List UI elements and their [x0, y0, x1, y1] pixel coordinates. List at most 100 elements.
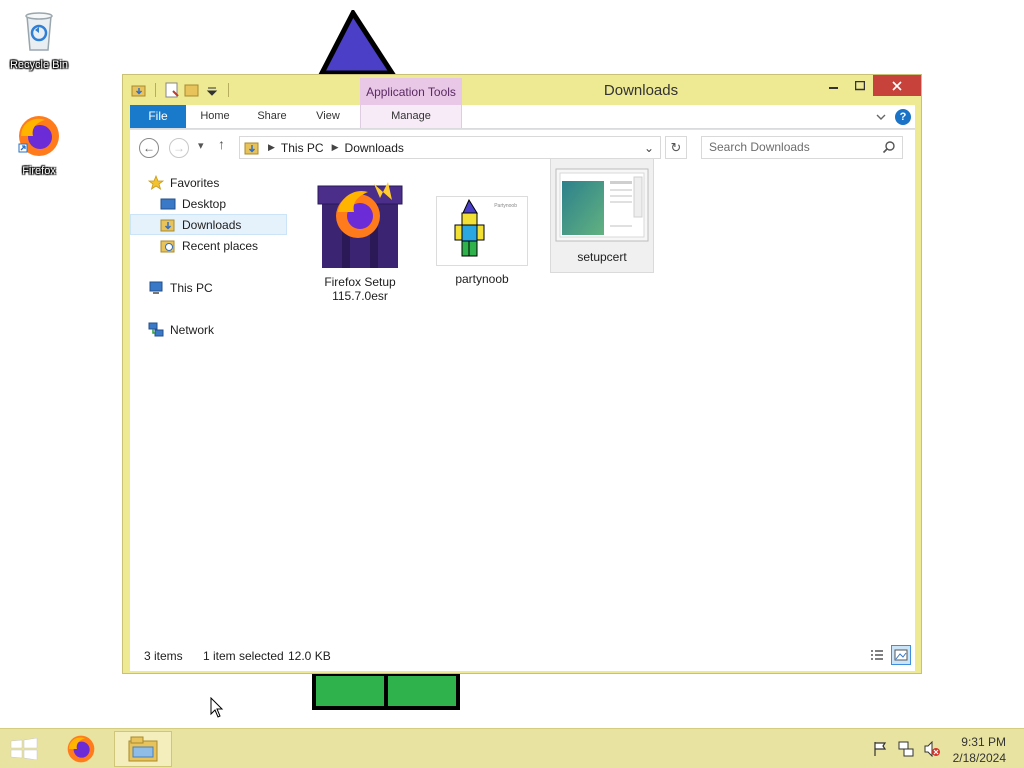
desktop-icon-firefox[interactable]: Firefox [3, 112, 75, 177]
wallpaper-legs-drawing [312, 672, 460, 710]
ribbon-right-controls: ? [875, 109, 911, 125]
address-row: ← → ▾ ↑ ▶ This PC ▶ Downloads ⌄ ↻ Search… [130, 130, 915, 164]
breadcrumb-downloads[interactable]: Downloads [345, 141, 404, 155]
wallpaper-hat-drawing [318, 10, 396, 76]
star-icon [148, 174, 164, 190]
recent-locations-button[interactable]: ▾ [198, 139, 204, 152]
refresh-button[interactable]: ↻ [665, 136, 687, 159]
minimize-icon [829, 86, 838, 89]
explorer-window: Application Tools Downloads File Home Sh… [122, 74, 922, 674]
arrow-right-icon: → [173, 141, 185, 155]
breadcrumb-separator-icon: ▶ [268, 142, 275, 152]
downloads-folder-icon [244, 142, 259, 154]
firefox-icon [67, 735, 95, 763]
windows-start-icon[interactable] [10, 738, 38, 760]
arrow-up-icon: ↑ [218, 136, 225, 152]
breadcrumb-separator-icon: ▶ [331, 142, 339, 152]
arrow-left-icon: ← [143, 141, 155, 155]
caption-buttons [821, 75, 921, 96]
nav-this-pc-label: This PC [170, 280, 213, 295]
chevron-down-icon: ▾ [198, 140, 204, 152]
nav-downloads-label: Downloads [182, 217, 242, 232]
partynoob-figure-icon [454, 199, 485, 257]
tab-view[interactable]: View [306, 105, 350, 128]
ribbon-tabs: File Home Share View Manage ? [130, 105, 915, 129]
window-title: Downloads [603, 82, 679, 99]
firefox-icon [18, 116, 59, 156]
action-center-flag-icon[interactable] [872, 741, 888, 757]
nav-network-label: Network [170, 322, 215, 337]
file-name: setupcert [577, 250, 627, 264]
title-bar[interactable]: Application Tools Downloads [123, 75, 921, 105]
expand-ribbon-icon[interactable] [875, 111, 887, 123]
network-status-icon[interactable] [898, 741, 914, 757]
image-thumbnail: Partynoob [436, 196, 528, 266]
file-item-partynoob[interactable]: Partynoob partynoob [430, 174, 534, 286]
taskbar-firefox[interactable] [52, 731, 110, 767]
tab-file[interactable]: File [130, 105, 186, 128]
back-button[interactable]: ← [139, 138, 159, 158]
downloads-folder-icon [160, 219, 175, 231]
document-thumbnail-icon [555, 168, 649, 242]
breadcrumb-this-pc[interactable]: This PC [281, 141, 324, 155]
large-icons-view-button[interactable] [891, 645, 911, 665]
details-view-button[interactable] [867, 645, 887, 665]
help-button[interactable]: ? [895, 109, 911, 125]
maximize-icon [855, 80, 865, 90]
firefox-installer-icon [317, 182, 403, 268]
nav-downloads[interactable]: Downloads [130, 214, 287, 235]
system-tray [872, 741, 940, 757]
close-icon [892, 80, 902, 91]
tab-home[interactable]: Home [190, 105, 240, 128]
address-bar[interactable]: ▶ This PC ▶ Downloads ⌄ [239, 136, 661, 159]
nav-favorites[interactable]: Favorites [130, 172, 287, 193]
status-size: 12.0 KB [288, 649, 331, 663]
refresh-icon: ↻ [670, 139, 682, 155]
tab-share[interactable]: Share [248, 105, 296, 128]
nav-network[interactable]: Network [130, 319, 287, 340]
clock-date: 2/18/2024 [952, 751, 1006, 765]
recycle-bin-icon [25, 12, 53, 51]
desktop-icon [160, 198, 176, 209]
forward-button[interactable]: → [169, 138, 189, 158]
taskbar: 9:31 PM 2/18/2024 [0, 728, 1024, 768]
status-selection: 1 item selected [203, 649, 284, 663]
navigation-pane: Favorites Desktop Downloads Recent place… [130, 164, 290, 639]
file-item-setupcert[interactable]: setupcert [550, 158, 654, 273]
network-icon [148, 322, 164, 336]
volume-muted-icon[interactable] [924, 741, 940, 757]
nav-recent-places-label: Recent places [182, 238, 259, 253]
nav-recent-places[interactable]: Recent places [130, 235, 287, 256]
file-name: partynoob [455, 272, 509, 286]
recent-places-icon [160, 240, 175, 252]
desktop-icon-recycle-bin[interactable]: Recycle Bin [3, 6, 75, 71]
file-list: Firefox Setup 115.7.0esr Partynoob party… [290, 158, 915, 639]
nav-this-pc[interactable]: This PC [130, 277, 287, 298]
status-bar: 3 items 1 item selected 12.0 KB [130, 639, 915, 671]
minimize-button[interactable] [821, 75, 847, 96]
thumbnail-caption: Partynoob [494, 203, 517, 209]
maximize-button[interactable] [847, 75, 873, 96]
clock[interactable]: 9:31 PM 2/18/2024 [953, 734, 1006, 766]
mouse-cursor-icon [210, 697, 224, 718]
clock-time: 9:31 PM [961, 735, 1006, 749]
close-button[interactable] [873, 75, 921, 96]
nav-favorites-label: Favorites [170, 175, 220, 190]
status-item-count: 3 items [144, 649, 183, 663]
file-item-firefox-setup[interactable]: Firefox Setup 115.7.0esr [308, 174, 412, 303]
search-placeholder: Search Downloads [709, 140, 810, 154]
desktop-icon-label: Recycle Bin [9, 59, 69, 71]
file-explorer-icon [128, 736, 158, 762]
tab-manage[interactable]: Manage [360, 105, 462, 128]
file-name-line2: 115.7.0esr [332, 289, 388, 303]
details-view-icon [871, 650, 883, 660]
address-dropdown-icon[interactable]: ⌄ [644, 141, 654, 155]
desktop-icon-label: Firefox [22, 165, 56, 177]
view-buttons [867, 645, 911, 665]
search-input[interactable]: Search Downloads [701, 136, 903, 159]
search-icon [882, 141, 895, 154]
up-button[interactable]: ↑ [218, 136, 225, 152]
large-icons-view-icon [894, 649, 908, 661]
nav-desktop[interactable]: Desktop [130, 193, 287, 214]
taskbar-file-explorer[interactable] [114, 731, 172, 767]
